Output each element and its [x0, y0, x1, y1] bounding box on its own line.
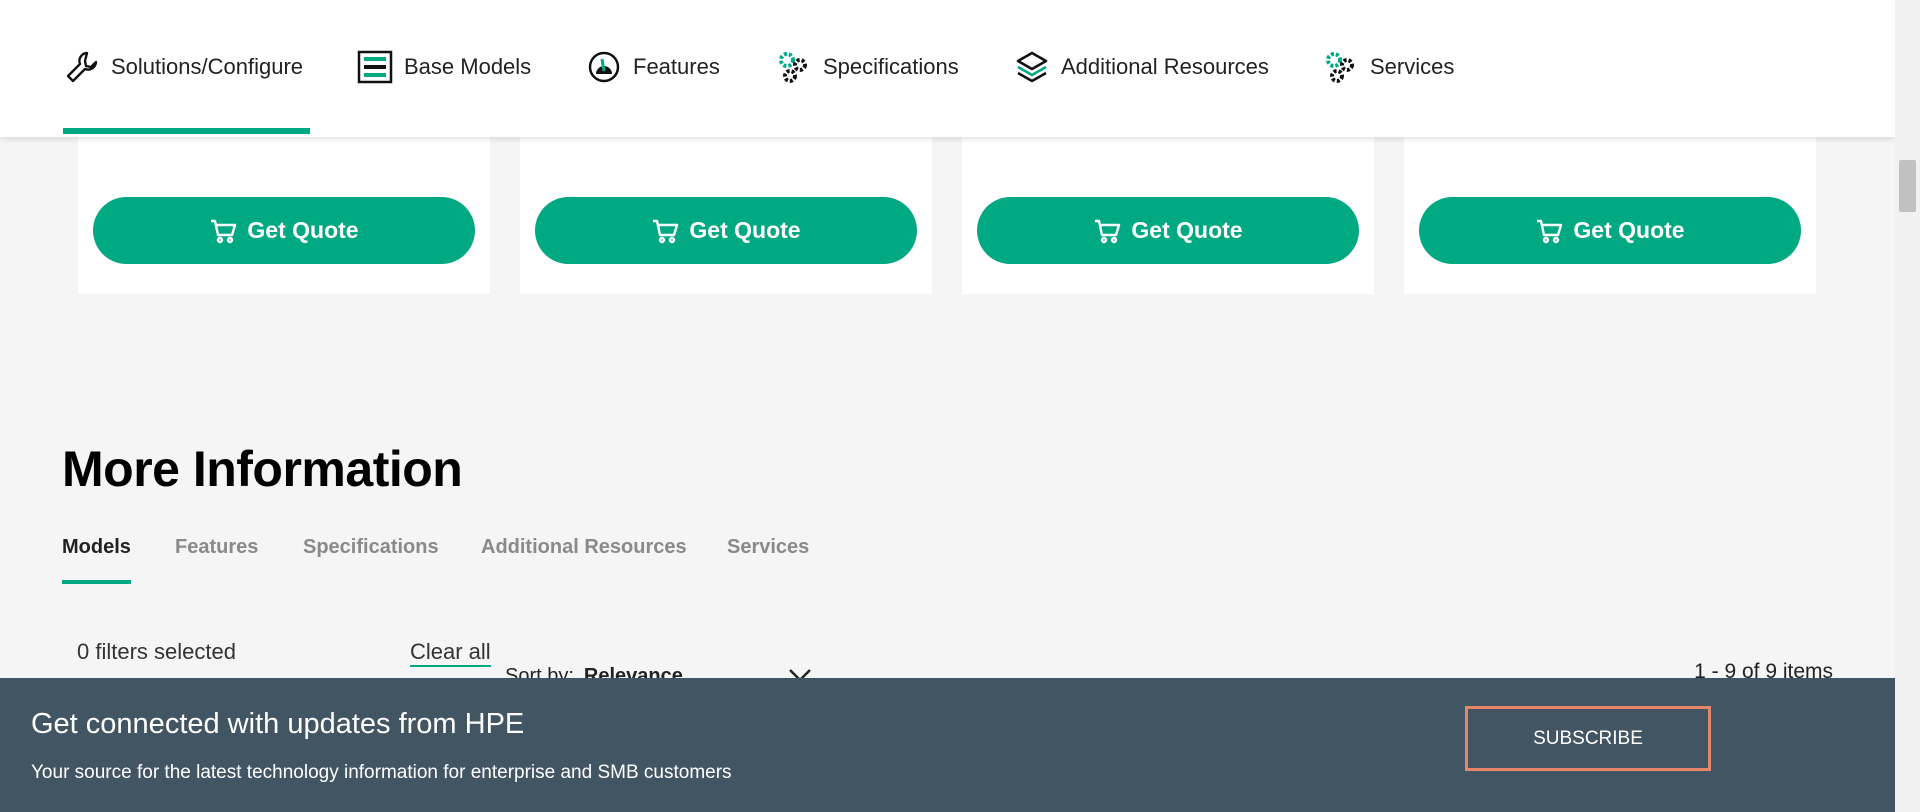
server-rack-icon [356, 48, 394, 86]
get-quote-label: Get Quote [247, 217, 359, 243]
product-card: Get Quote [520, 137, 932, 294]
nav-item-label: Additional Resources [1061, 54, 1269, 79]
gears-icon [775, 48, 813, 86]
nav-item-label: Specifications [823, 54, 959, 79]
nav-item-additional-resources[interactable]: Additional Resources [1013, 42, 1269, 92]
tab-services[interactable]: Services [727, 536, 809, 559]
product-card: Get Quote [1404, 137, 1816, 294]
nav-item-features[interactable]: Features [585, 42, 720, 92]
subscribe-banner: Get connected with updates from HPE Your… [0, 678, 1895, 812]
section-title: More Information [62, 441, 463, 497]
nav-item-label: Solutions/Configure [111, 54, 304, 79]
nav-item-solutions-configure[interactable]: Solutions/Configure [63, 42, 303, 92]
product-card: Get Quote [962, 137, 1374, 294]
gauge-icon [585, 48, 623, 86]
nav-item-services[interactable]: Services [1322, 42, 1454, 92]
top-navigation: Solutions/Configure Base Models Features [0, 0, 1895, 137]
banner-subtitle: Your source for the latest technology in… [31, 762, 732, 783]
get-quote-label: Get Quote [689, 217, 801, 243]
gears-icon [1322, 48, 1360, 86]
clear-all-link[interactable]: Clear all [410, 639, 491, 667]
nav-item-specifications[interactable]: Specifications [775, 42, 959, 92]
product-card: Get Quote [78, 137, 490, 294]
get-quote-label: Get Quote [1573, 217, 1685, 243]
nav-item-base-models[interactable]: Base Models [356, 42, 531, 92]
active-tab-indicator [62, 580, 131, 584]
get-quote-label: Get Quote [1131, 217, 1243, 243]
get-quote-button[interactable]: Get Quote [1419, 197, 1801, 264]
tab-specifications[interactable]: Specifications [303, 536, 439, 559]
nav-item-label: Services [1370, 54, 1455, 79]
subscribe-button[interactable]: SUBSCRIBE [1465, 706, 1711, 771]
nav-item-label: Features [633, 54, 720, 79]
get-quote-button[interactable]: Get Quote [977, 197, 1359, 264]
tab-features[interactable]: Features [175, 536, 258, 559]
get-quote-button[interactable]: Get Quote [535, 197, 917, 264]
vertical-scrollbar[interactable] [1895, 0, 1920, 812]
nav-item-label: Base Models [404, 54, 532, 79]
tab-additional-resources[interactable]: Additional Resources [481, 536, 687, 559]
cart-icon [1095, 219, 1121, 243]
cart-icon [653, 219, 679, 243]
cart-icon [211, 219, 237, 243]
filters-selected-count: 0 filters selected [77, 639, 236, 664]
active-tab-indicator [63, 128, 310, 134]
get-quote-button[interactable]: Get Quote [93, 197, 475, 264]
wrench-icon [63, 48, 101, 86]
tab-models[interactable]: Models [62, 536, 131, 559]
layers-icon [1013, 48, 1051, 86]
cart-icon [1537, 219, 1563, 243]
scrollbar-thumb[interactable] [1899, 160, 1916, 212]
banner-title: Get connected with updates from HPE [31, 708, 525, 740]
